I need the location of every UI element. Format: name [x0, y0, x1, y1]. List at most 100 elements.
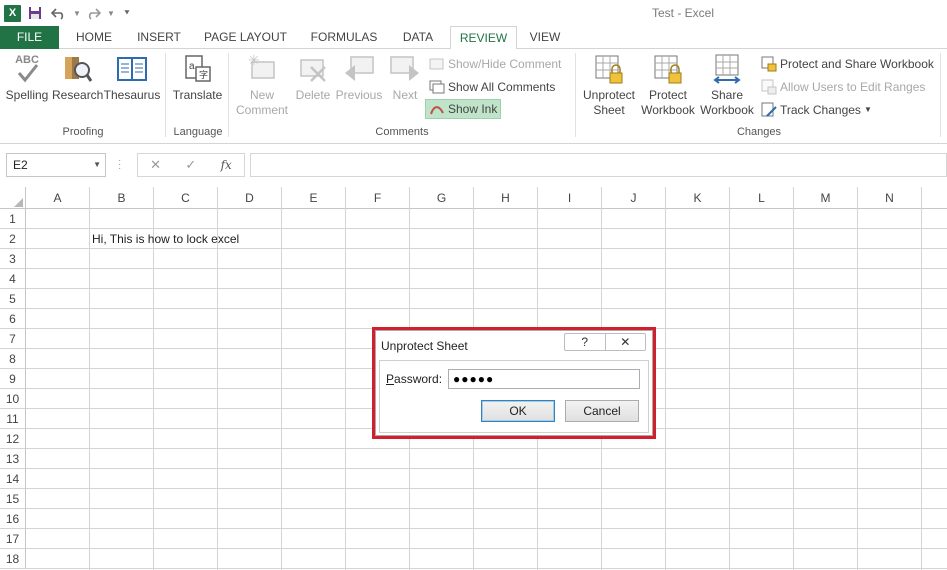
column-header-d[interactable]: D [218, 187, 282, 209]
unprotect-sheet-label-line2: Sheet [593, 103, 625, 117]
row-header-10[interactable]: 10 [0, 389, 26, 409]
close-icon[interactable]: ✕ [604, 334, 646, 350]
previous-comment-button[interactable]: Previous [335, 53, 383, 103]
row-header-15[interactable]: 15 [0, 489, 26, 509]
formula-input[interactable] [250, 153, 947, 177]
column-header-e[interactable]: E [282, 187, 346, 209]
row-header-1[interactable]: 1 [0, 209, 26, 229]
row-header-4[interactable]: 4 [0, 269, 26, 289]
column-header-g[interactable]: G [410, 187, 474, 209]
allow-users-edit-ranges-button[interactable]: Allow Users to Edit Ranges [758, 77, 928, 97]
share-workbook-icon [711, 53, 743, 85]
tab-formulas[interactable]: FORMULAS [303, 26, 385, 49]
tab-home[interactable]: HOME [67, 26, 121, 49]
group-divider [940, 53, 941, 137]
unprotect-sheet-button[interactable]: Unprotect Sheet [579, 53, 639, 118]
cell-b2[interactable]: Hi, This is how to lock excel [92, 232, 239, 246]
row-header-16[interactable]: 16 [0, 509, 26, 529]
password-field[interactable]: ●●●●● [448, 369, 640, 389]
share-workbook-button[interactable]: Share Workbook [698, 53, 756, 118]
track-changes-dropdown-icon[interactable]: ▼ [864, 100, 872, 120]
research-button[interactable]: Research [52, 53, 104, 103]
cancel-button[interactable]: Cancel [565, 400, 639, 422]
thesaurus-button[interactable]: Thesaurus [103, 53, 161, 103]
column-header-c[interactable]: C [154, 187, 218, 209]
select-all-corner[interactable] [0, 187, 26, 209]
comments-group-label: Comments [375, 126, 429, 138]
tab-view[interactable]: VIEW [525, 26, 565, 49]
next-comment-button[interactable]: Next [386, 53, 424, 103]
password-label: Password: [386, 372, 443, 386]
protect-and-share-label: Protect and Share Workbook [780, 57, 934, 71]
row-header-3[interactable]: 3 [0, 249, 26, 269]
gridline [793, 209, 794, 570]
delete-comment-button[interactable]: Delete [292, 53, 334, 103]
gridline [89, 209, 90, 570]
tab-review[interactable]: REVIEW [450, 26, 517, 50]
column-header-n[interactable]: N [858, 187, 922, 209]
row-header-6[interactable]: 6 [0, 309, 26, 329]
proofing-group-label: Proofing [62, 126, 104, 138]
protect-share-icon [761, 56, 777, 72]
name-box[interactable]: E2 ▼ [6, 153, 106, 177]
row-header-9[interactable]: 9 [0, 369, 26, 389]
track-changes-label: Track Changes [780, 103, 861, 117]
column-header-i[interactable]: I [538, 187, 602, 209]
svg-text:a: a [189, 61, 195, 72]
protect-workbook-icon [652, 53, 684, 85]
row-header-13[interactable]: 13 [0, 449, 26, 469]
row-header-14[interactable]: 14 [0, 469, 26, 489]
help-icon[interactable]: ? [565, 334, 605, 350]
dialog-body: Password: ●●●●● OK Cancel [379, 360, 649, 433]
ok-button[interactable]: OK [481, 400, 555, 422]
gridline [857, 209, 858, 570]
column-header-m[interactable]: M [794, 187, 858, 209]
column-header-f[interactable]: F [346, 187, 410, 209]
tab-data[interactable]: DATA [394, 26, 442, 49]
share-workbook-label-line2: Workbook [700, 103, 754, 117]
row-header-18[interactable]: 18 [0, 549, 26, 569]
previous-comment-icon [343, 53, 375, 85]
row-header-8[interactable]: 8 [0, 349, 26, 369]
confirm-entry-icon[interactable]: ✓ [185, 157, 196, 173]
formula-bar: E2 ▼ · · · ✕ ✓ fx [0, 150, 947, 182]
row-header-17[interactable]: 17 [0, 529, 26, 549]
unprotect-sheet-dialog: Unprotect Sheet ? ✕ Password: ●●●●● OK C… [375, 330, 653, 436]
protect-workbook-label-line1: Protect [648, 88, 687, 102]
formula-bar-grip-icon[interactable]: · · · [118, 156, 121, 174]
show-all-comments-button[interactable]: Show All Comments [426, 77, 558, 97]
row-header-5[interactable]: 5 [0, 289, 26, 309]
row-header-7[interactable]: 7 [0, 329, 26, 349]
column-header-j[interactable]: J [602, 187, 666, 209]
tab-page-layout[interactable]: PAGE LAYOUT [198, 26, 293, 49]
row-header-11[interactable]: 11 [0, 409, 26, 429]
spelling-button[interactable]: ABC Spelling [4, 53, 50, 103]
ribbon: ABC Spelling Research Thesaurus Proofing… [0, 49, 947, 144]
new-comment-label-line2: Comment [235, 103, 288, 117]
protect-and-share-button[interactable]: Protect and Share Workbook [758, 54, 937, 74]
tab-file[interactable]: FILE [0, 26, 59, 49]
translate-button[interactable]: a字 Translate [170, 53, 225, 103]
research-label: Research [52, 88, 104, 102]
cancel-entry-icon[interactable]: ✕ [150, 157, 161, 173]
row-header-12[interactable]: 12 [0, 429, 26, 449]
tab-insert[interactable]: INSERT [131, 26, 187, 49]
insert-function-icon[interactable]: fx [221, 158, 232, 172]
group-divider [228, 53, 229, 137]
new-comment-label-line1: New [249, 88, 274, 102]
protect-workbook-button[interactable]: Protect Workbook [639, 53, 697, 118]
row-header-2[interactable]: 2 [0, 229, 26, 249]
new-comment-button[interactable]: ✳ New Comment [233, 52, 291, 118]
column-header-a[interactable]: A [26, 187, 90, 209]
track-changes-button[interactable]: Track Changes ▼ [758, 100, 875, 120]
column-header-h[interactable]: H [474, 187, 538, 209]
show-ink-button[interactable]: Show Ink [425, 99, 502, 119]
spelling-icon: ABC [11, 53, 43, 85]
name-box-dropdown-icon[interactable]: ▼ [93, 154, 101, 176]
next-comment-label: Next [392, 88, 418, 102]
column-header-b[interactable]: B [90, 187, 154, 209]
unprotect-sheet-label-line1: Unprotect [582, 88, 636, 102]
column-header-l[interactable]: L [730, 187, 794, 209]
show-hide-comment-button[interactable]: Show/Hide Comment [426, 54, 564, 74]
column-header-k[interactable]: K [666, 187, 730, 209]
